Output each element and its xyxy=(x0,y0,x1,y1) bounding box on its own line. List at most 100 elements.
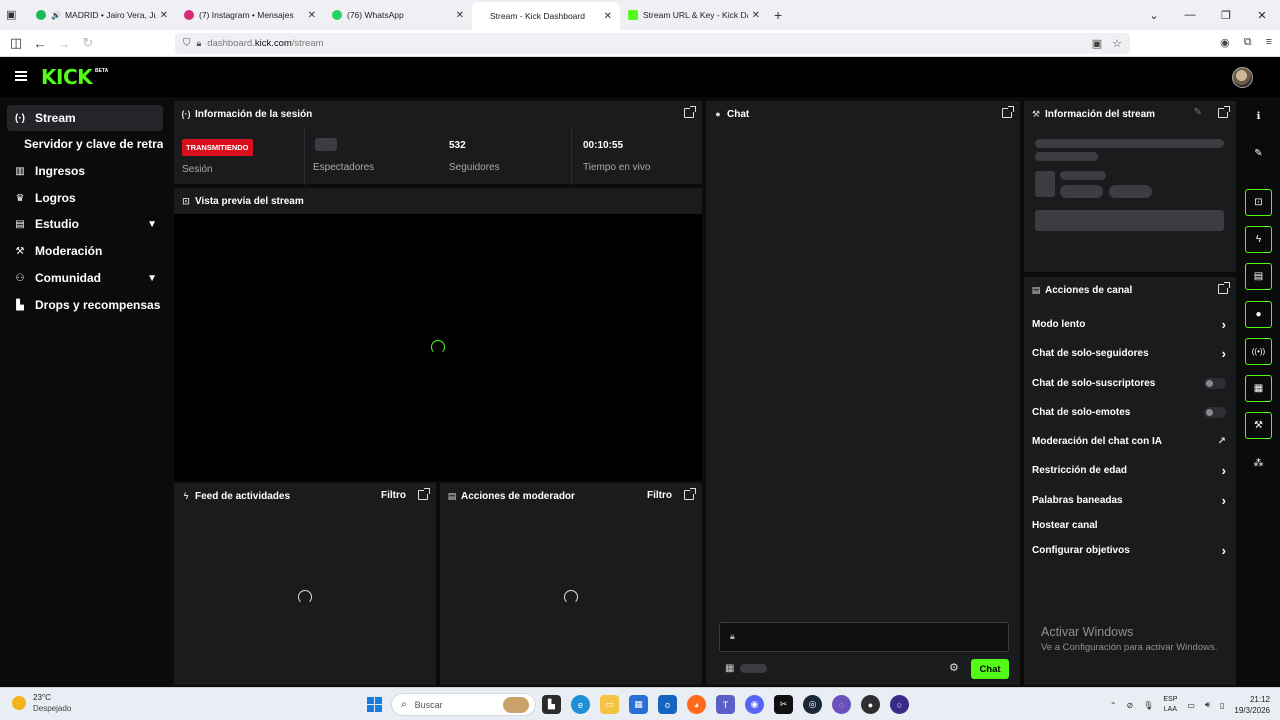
wrench-icon[interactable]: ⚒ xyxy=(1245,412,1272,439)
steam-icon[interactable]: ◎ xyxy=(803,695,822,714)
back-button[interactable]: ← xyxy=(28,36,52,51)
gear-icon[interactable]: ⚙ xyxy=(949,661,959,674)
action-configure-goals[interactable]: Configurar objetivos › xyxy=(1032,538,1228,562)
screen-capture-icon[interactable]: ⊡ xyxy=(1245,189,1272,216)
bookmark-star-icon[interactable]: ☆ xyxy=(1112,37,1122,50)
forward-button[interactable]: → xyxy=(52,36,76,51)
menu-icon[interactable]: ≡ xyxy=(1266,36,1272,49)
external-link-icon: ↗ xyxy=(1217,435,1226,447)
close-icon[interactable]: ✕ xyxy=(604,11,612,22)
close-icon[interactable]: ✕ xyxy=(456,10,464,21)
display-icon[interactable]: ▭ xyxy=(1187,701,1195,710)
browser-tab-active[interactable]: Stream - Kick Dashboard ✕ xyxy=(472,2,620,30)
address-bar[interactable]: ⛉ 🔒︎ dashboard. kick.com/stream ▣ ☆ xyxy=(175,33,1130,54)
send-chat-button[interactable]: Chat xyxy=(971,659,1009,679)
sidebar-item-server-key[interactable]: Servidor y clave de retransm xyxy=(7,131,163,157)
notes-icon[interactable]: ▤ xyxy=(1245,263,1272,290)
popout-icon[interactable] xyxy=(1002,106,1014,118)
chevron-up-icon[interactable]: ⌃ xyxy=(1110,701,1117,710)
chat-input[interactable]: 🔒︎ xyxy=(719,622,1009,652)
edge-icon[interactable]: e xyxy=(571,695,590,714)
speaker-icon[interactable]: 🔊 xyxy=(51,11,61,20)
sidebar-toggle-icon[interactable]: ◫ xyxy=(4,35,28,51)
close-icon[interactable]: ✕ xyxy=(752,10,760,21)
filter-button[interactable]: Filtro xyxy=(381,490,406,501)
browser-icon[interactable]: ◌ xyxy=(832,695,851,714)
language-indicator[interactable]: ESP LAA xyxy=(1163,695,1177,715)
sidebar-item-estudio[interactable]: ▤ Estudio ▼ xyxy=(7,211,163,237)
store-icon[interactable]: ▦ xyxy=(629,695,648,714)
toggle-switch[interactable] xyxy=(1204,378,1226,389)
edit-icon[interactable]: ✎ xyxy=(1245,140,1272,167)
firefox-icon[interactable]: ◕ xyxy=(687,695,706,714)
account-icon[interactable]: ◉ xyxy=(1220,36,1230,49)
browser-tab[interactable]: (76) WhatsApp ✕ xyxy=(324,0,472,30)
capcut-icon[interactable]: ✂ xyxy=(774,695,793,714)
browser-tab[interactable]: 🔊 MADRID • Jairo Vera, Juanki ✕ xyxy=(28,0,176,30)
action-ai-moderation[interactable]: Moderación del chat con IA ↗ xyxy=(1032,429,1228,453)
microphone-icon[interactable]: 🎙︎ xyxy=(1143,701,1153,710)
toggle-switch[interactable] xyxy=(1204,407,1226,418)
popout-icon[interactable] xyxy=(1218,106,1230,118)
teams-icon[interactable]: T xyxy=(716,695,735,714)
info-icon[interactable]: ℹ xyxy=(1245,103,1272,130)
obs-icon[interactable]: ● xyxy=(861,695,880,714)
reader-view-icon[interactable]: ▣ xyxy=(1092,37,1102,50)
close-icon[interactable]: ✕ xyxy=(160,10,168,21)
sidebar-item-logros[interactable]: ♛ Logros xyxy=(7,185,163,211)
extensions-icon[interactable]: ⧉ xyxy=(1244,36,1252,49)
windows-start-icon[interactable] xyxy=(367,697,382,712)
popout-icon[interactable] xyxy=(418,488,430,500)
chart-icon: ▥ xyxy=(15,165,25,177)
sidebar-item-drops[interactable]: ▙ Drops y recompensas xyxy=(7,292,163,318)
clock[interactable]: 21:12 19/3/2026 xyxy=(1234,694,1270,716)
store-icon[interactable]: ▦ xyxy=(725,663,734,674)
close-icon[interactable]: ✕ xyxy=(308,10,316,21)
store-icon[interactable]: ▦ xyxy=(1245,375,1272,402)
chat-bubble-icon[interactable]: ● xyxy=(1245,301,1272,328)
panel-header: ⚒ Información del stream xyxy=(1024,101,1236,127)
sidebar-item-moderacion[interactable]: ⚒ Moderación xyxy=(7,238,163,264)
action-banned-words[interactable]: Palabras baneadas › xyxy=(1032,488,1228,512)
stream-preview-video[interactable] xyxy=(174,214,702,481)
popout-icon[interactable] xyxy=(684,488,696,500)
tab-list-icon[interactable]: ▣ xyxy=(6,8,20,22)
outlook-icon[interactable]: o xyxy=(658,695,677,714)
browser-tab[interactable]: Stream URL & Key - Kick Dashb ✕ xyxy=(620,0,768,30)
chevron-down-icon[interactable]: ⌄ xyxy=(1136,9,1172,22)
avatar[interactable] xyxy=(1232,67,1253,88)
shield-icon[interactable]: ⛉ xyxy=(183,38,191,49)
maximize-button[interactable]: ❐ xyxy=(1208,9,1244,22)
sidebar-item-stream[interactable]: (·) Stream xyxy=(7,105,163,131)
file-explorer-icon[interactable]: ▭ xyxy=(600,695,619,714)
broadcast-icon[interactable]: ((•)) xyxy=(1245,338,1272,365)
lock-icon[interactable]: 🔒︎ xyxy=(197,38,202,49)
volume-icon[interactable]: 🔊︎ xyxy=(1205,700,1210,710)
action-age-restriction[interactable]: Restricción de edad › xyxy=(1032,458,1228,482)
filter-button[interactable]: Filtro xyxy=(647,490,672,501)
browser-tab[interactable]: (7) Instagram • Mensajes ✕ xyxy=(176,0,324,30)
app-icon[interactable]: ○ xyxy=(890,695,909,714)
popout-icon[interactable] xyxy=(1218,282,1230,294)
taskbar-search[interactable]: ⌕ Buscar xyxy=(391,693,536,716)
task-view-icon[interactable]: ▙ xyxy=(542,695,561,714)
nodes-icon[interactable]: ⁂ xyxy=(1245,450,1272,477)
kick-logo[interactable]: KICK xyxy=(41,65,93,89)
new-tab-button[interactable]: + xyxy=(774,7,782,23)
popout-icon[interactable] xyxy=(684,106,696,118)
hamburger-menu-icon[interactable] xyxy=(15,71,27,81)
close-window-button[interactable]: ✕ xyxy=(1244,9,1280,22)
network-off-icon[interactable]: ⊘ xyxy=(1127,701,1134,710)
reload-button[interactable]: ↻ xyxy=(76,35,100,51)
edit-icon[interactable]: ✎ xyxy=(1194,107,1202,118)
action-followers-only[interactable]: Chat de solo-seguidores › xyxy=(1032,341,1228,365)
minimize-button[interactable]: — xyxy=(1172,9,1208,21)
action-slow-mode[interactable]: Modo lento › xyxy=(1032,312,1228,336)
sidebar-item-ingresos[interactable]: ▥ Ingresos xyxy=(7,158,163,184)
lightning-icon[interactable]: ϟ xyxy=(1245,226,1272,253)
sidebar-item-comunidad[interactable]: ⚇ Comunidad ▼ xyxy=(7,265,163,291)
discord-icon[interactable]: ◉ xyxy=(745,695,764,714)
weather-widget[interactable]: 23°C Despejado xyxy=(12,693,71,713)
battery-icon[interactable]: ▯ xyxy=(1220,701,1224,710)
action-host-channel[interactable]: Hostear canal xyxy=(1032,513,1228,537)
